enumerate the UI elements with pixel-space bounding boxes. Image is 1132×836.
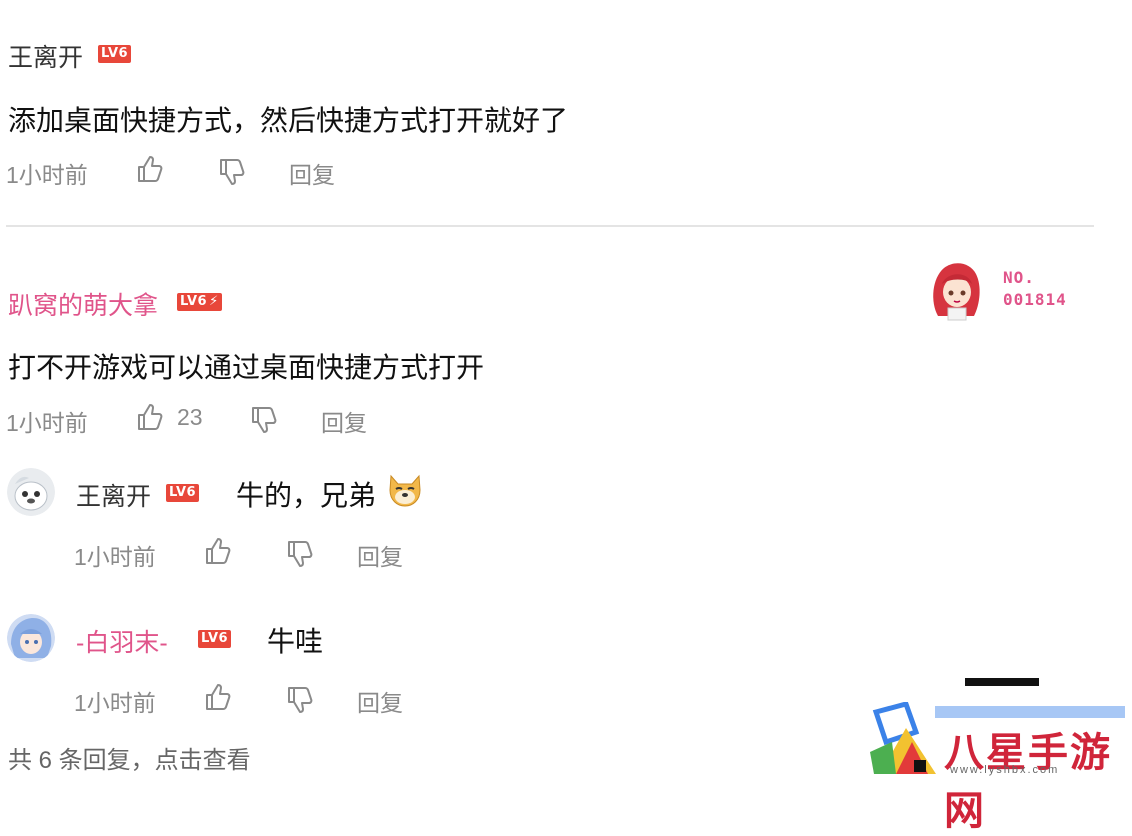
thumbs-up-icon[interactable] <box>136 154 164 184</box>
reply-button[interactable]: 回复 <box>321 404 367 438</box>
watermark-dark-bar <box>965 678 1039 686</box>
comment-2-time: 1小时前 <box>6 410 88 436</box>
level-badge: LV6 <box>166 484 200 502</box>
thumbs-down-icon[interactable] <box>286 539 314 569</box>
reply-time: 1小时前 <box>74 690 156 716</box>
watermark-text: 八星手游网 <box>944 730 1112 834</box>
comment-2-text: 打不开游戏可以通过桌面快捷方式打开 <box>8 352 485 383</box>
reply-text: 牛的，兄弟 <box>236 480 377 511</box>
watermark-overlay: 八星手游网 www.lyshbx.com <box>860 678 1132 834</box>
doge-emoji-icon <box>389 474 421 507</box>
thumbs-down-icon[interactable] <box>250 405 278 435</box>
level-badge: LV6 <box>98 45 132 63</box>
reply-username[interactable]: 王离开 <box>76 477 151 513</box>
comment-1-time: 1小时前 <box>6 162 88 188</box>
thumbs-up-icon[interactable] <box>136 402 164 432</box>
reply-text: 牛哇 <box>267 626 324 657</box>
divider <box>6 225 1094 227</box>
reply-time: 1小时前 <box>74 544 156 570</box>
comment-1-text: 添加桌面快捷方式，然后快捷方式打开就好了 <box>8 105 569 136</box>
thumbs-up-icon[interactable] <box>204 682 232 712</box>
thumbs-down-icon[interactable] <box>218 157 246 187</box>
card-number: NO. 001814 <box>1003 268 1067 309</box>
comment-1-username[interactable]: 王离开 <box>8 38 83 74</box>
level-badge: LV6 <box>198 630 232 648</box>
character-card-avatar <box>933 263 980 321</box>
watermark-blue-strip <box>935 706 1125 718</box>
thumbs-down-icon[interactable] <box>286 685 314 715</box>
reply-username[interactable]: -白羽末- <box>76 623 168 659</box>
avatar[interactable] <box>7 468 55 516</box>
reply-button[interactable]: 回复 <box>357 684 403 718</box>
like-count: 23 <box>177 404 203 430</box>
reply-button[interactable]: 回复 <box>357 538 403 572</box>
view-more-replies-link[interactable]: 共 6 条回复，点击查看 <box>8 740 251 775</box>
site-logo-icon <box>870 702 936 774</box>
thumbs-up-icon[interactable] <box>204 536 232 566</box>
avatar[interactable] <box>7 614 55 662</box>
reply-button[interactable]: 回复 <box>289 156 335 190</box>
comment-2-username[interactable]: 趴窝的萌大拿 <box>8 286 158 322</box>
level-badge: LV6 ⚡ <box>177 293 222 311</box>
watermark-url: www.lyshbx.com <box>950 764 1060 776</box>
